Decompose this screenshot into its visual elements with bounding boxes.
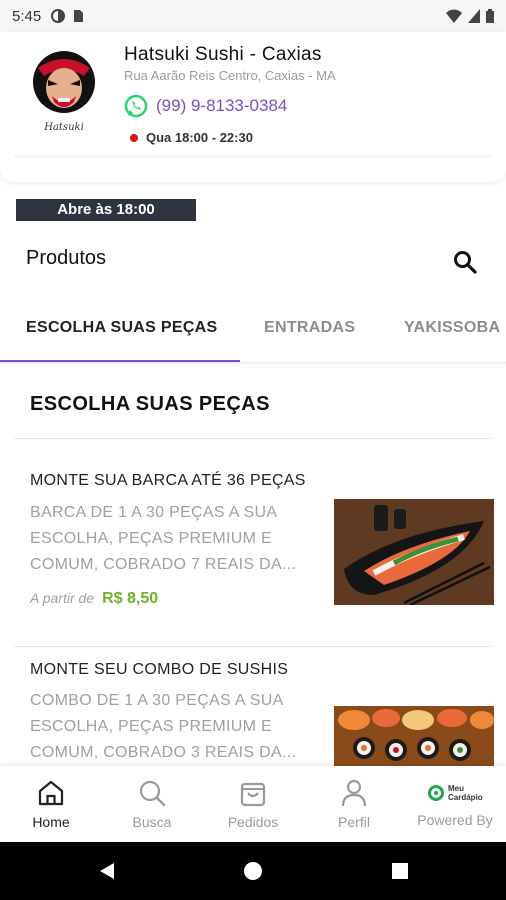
- section-title: ESCOLHA SUAS PEÇAS: [30, 393, 270, 415]
- opens-at-badge: Abre às 18:00: [16, 199, 196, 221]
- product-image-sushi-boat: [334, 499, 494, 605]
- product-divider: [14, 646, 492, 647]
- nav-home[interactable]: Home: [11, 778, 91, 830]
- product-description: COMBO DE 1 A 30 PEÇAS A SUA ESCOLHA, PEÇ…: [30, 692, 297, 761]
- product-price: R$ 8,50: [102, 590, 159, 607]
- wifi-icon: [446, 9, 462, 23]
- opening-hours: Qua 18:00 - 22:30: [130, 130, 253, 145]
- product-description: BARCA DE 1 A 30 PEÇAS A SUA ESCOLHA, PEÇ…: [30, 504, 297, 573]
- product-price-row: A partir de R$ 8,50: [30, 590, 158, 608]
- status-time: 5:45: [12, 7, 42, 25]
- meu-cardapio-logo-text: Meu Cardápio: [448, 784, 483, 802]
- home-icon: [38, 780, 64, 806]
- nav-perfil[interactable]: Perfil: [314, 778, 394, 830]
- category-tabs: ESCOLHA SUAS PEÇAS ENTRADAS YAKISSOBA: [0, 305, 506, 363]
- store-header-card: Hatsuki Hatsuki Sushi - Caxias Rua Aarão…: [0, 32, 506, 182]
- user-icon: [341, 779, 367, 807]
- powered-by-label: Powered By: [417, 812, 493, 828]
- section-divider: [14, 438, 492, 439]
- system-navigation-bar: [0, 842, 506, 900]
- product-image-sushi-combo: [334, 706, 494, 766]
- nav-pedidos[interactable]: Pedidos: [213, 778, 293, 830]
- tab-escolha-suas-pecas[interactable]: ESCOLHA SUAS PEÇAS: [26, 319, 218, 337]
- active-tab-indicator: [0, 360, 240, 362]
- signal-icon: [468, 9, 480, 23]
- whatsapp-icon: [124, 94, 148, 118]
- search-icon: [139, 780, 166, 807]
- back-icon[interactable]: [96, 861, 116, 881]
- logo-wordmark: Hatsuki: [43, 122, 84, 133]
- products-heading: Produtos: [26, 247, 107, 269]
- recents-icon[interactable]: [391, 862, 409, 880]
- shopping-bag-icon: [240, 782, 266, 807]
- phone-number[interactable]: (99) 9-8133-0384: [156, 96, 287, 116]
- store-name: Hatsuki Sushi - Caxias: [124, 44, 322, 65]
- price-prefix: A partir de: [30, 590, 95, 606]
- meu-cardapio-logo-icon: [428, 785, 444, 801]
- product-name: MONTE SUA BARCA ATÉ 36 PEÇAS: [30, 472, 306, 489]
- product-name: MONTE SEU COMBO DE SUSHIS: [30, 661, 289, 678]
- data-saver-icon: [51, 9, 66, 23]
- nav-home-label: Home: [32, 814, 70, 830]
- status-bar: 5:45: [0, 0, 506, 32]
- samurai-mask-logo: Hatsuki: [33, 51, 95, 133]
- nav-busca-label: Busca: [132, 814, 172, 830]
- nav-busca[interactable]: Busca: [112, 778, 192, 830]
- tab-yakissoba[interactable]: YAKISSOBA: [404, 319, 500, 337]
- nav-perfil-label: Perfil: [338, 814, 370, 830]
- nav-pedidos-label: Pedidos: [227, 814, 279, 830]
- phone-row[interactable]: (99) 9-8133-0384: [124, 94, 287, 118]
- meu-cardapio-logo: Meu Cardápio: [415, 778, 495, 808]
- search-icon[interactable]: [452, 249, 478, 275]
- closed-status-dot: [130, 133, 138, 142]
- powered-by[interactable]: Meu Cardápio Powered By: [415, 778, 495, 828]
- battery-icon: [486, 9, 494, 23]
- store-logo: Hatsuki: [28, 46, 100, 138]
- header-divider: [14, 156, 492, 157]
- bottom-navigation: Home Busca Pedidos Perfil Meu Cardápio P…: [0, 766, 506, 842]
- sim-card-icon: [74, 10, 84, 22]
- home-circle-icon[interactable]: [243, 861, 263, 881]
- hours-text: Qua 18:00 - 22:30: [146, 130, 253, 145]
- store-address: Rua Aarão Reis Centro, Caxias - MA: [124, 68, 336, 83]
- tab-entradas[interactable]: ENTRADAS: [264, 319, 355, 337]
